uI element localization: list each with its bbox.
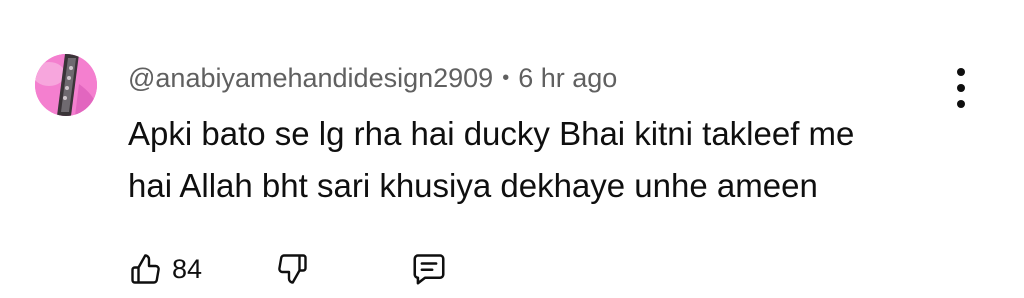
comment-item: @anabiyamehandidesign2909 • 6 hr ago Apk… [0,0,1024,298]
more-vertical-icon-dot [957,100,965,108]
comment-text: Apki bato se lg rha hai ducky Bhai kitni… [128,108,988,212]
thumb-up-icon [131,254,160,284]
reply-comment-icon [413,254,445,285]
comment-actions: 84 [128,246,488,292]
like-button[interactable]: 84 [128,246,202,292]
avatar[interactable] [35,54,97,116]
author-name[interactable]: @anabiyamehandidesign2909 [128,63,493,94]
thumb-down-icon [278,254,307,284]
more-vertical-icon [957,68,965,76]
comment-text-line: Apki bato se lg rha hai ducky Bhai kitni… [128,115,855,152]
dislike-button[interactable] [274,246,310,292]
comment-meta: @anabiyamehandidesign2909 • 6 hr ago [128,60,617,96]
more-options-button[interactable] [946,68,976,108]
comment-text-line: hai Allah bht sari khusiya dekhaye unhe … [128,167,818,204]
reply-button[interactable] [410,246,448,292]
more-vertical-icon-dot [957,84,965,92]
meta-separator: • [502,66,510,89]
comment-timestamp[interactable]: 6 hr ago [518,63,617,94]
like-count: 84 [172,253,203,284]
avatar-image [35,54,97,116]
